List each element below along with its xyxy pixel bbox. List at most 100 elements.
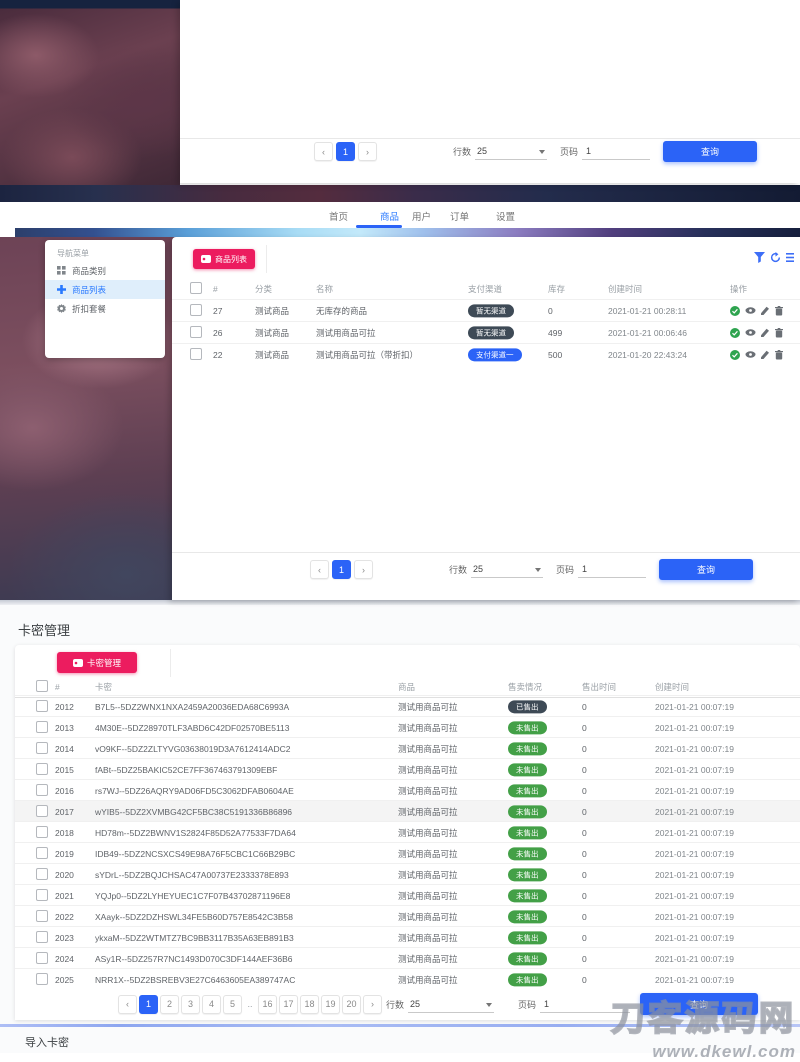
row-checkbox[interactable] (190, 326, 202, 338)
view-icon[interactable] (745, 350, 756, 359)
row-checkbox[interactable] (36, 700, 48, 712)
table-row[interactable]: 2025 NRR1X--5DZ2BSREBV3E27C6463605EA3897… (15, 968, 800, 990)
page-button[interactable]: 3 (181, 995, 200, 1014)
select-all-checkbox[interactable] (36, 680, 48, 692)
page-button[interactable]: 4 (202, 995, 221, 1014)
table-row[interactable]: 27 测试商品 无库存的商品 暂无渠道 0 2021-01-21 00:28:1… (172, 299, 800, 321)
page-button[interactable]: 1 (336, 142, 355, 161)
next-page-button[interactable]: › (363, 995, 382, 1014)
rows-per-page-select[interactable]: 25 (471, 561, 543, 578)
col-index: # (55, 682, 60, 692)
prev-page-button[interactable]: ‹ (118, 995, 137, 1014)
edit-icon[interactable] (761, 328, 770, 337)
row-checkbox[interactable] (36, 931, 48, 943)
row-checkbox[interactable] (36, 721, 48, 733)
table-row[interactable]: 2017 wYIB5--5DZ2XVMBG42CF5BC38C5191336B8… (15, 800, 800, 822)
select-all-checkbox[interactable] (190, 282, 202, 294)
table-row[interactable]: 2012 B7L5--5DZ2WNX1NXA2459A20036EDA68C69… (15, 695, 800, 717)
product-list-button[interactable]: 商品列表 (193, 249, 255, 269)
row-checkbox[interactable] (36, 868, 48, 880)
row-checkbox[interactable] (36, 952, 48, 964)
row-checkbox[interactable] (190, 304, 202, 316)
next-page-button[interactable]: › (358, 142, 377, 161)
row-checkbox[interactable] (36, 889, 48, 901)
rows-per-page-select[interactable]: 25 (408, 996, 494, 1013)
row-checkbox[interactable] (36, 742, 48, 754)
tab-products[interactable]: 商品 (380, 209, 399, 223)
delete-icon[interactable] (775, 306, 783, 316)
table-row[interactable]: 2020 sYDrL--5DZ2BQJCHSAC47A00737E2333378… (15, 863, 800, 885)
tab-users[interactable]: 用户 (412, 209, 431, 223)
page-button[interactable]: 19 (321, 995, 340, 1014)
row-checkbox[interactable] (36, 910, 48, 922)
row-checkbox[interactable] (36, 826, 48, 838)
row-checkbox[interactable] (36, 847, 48, 859)
card-sold-time: 0 (582, 870, 587, 880)
card-key: IDB49--5DZ2NCSXCS49E98A76F5CBC1C66B29BC (95, 849, 295, 859)
row-checkbox[interactable] (36, 973, 48, 985)
query-button[interactable]: 查询 (640, 993, 758, 1015)
page-button[interactable]: .. (244, 995, 256, 1014)
card-product: 测试用商品可拉 (398, 806, 458, 818)
sidebar-item-product-categories[interactable]: 商品类别 (45, 261, 165, 280)
status-check-icon[interactable] (730, 328, 740, 338)
row-checkbox[interactable] (36, 763, 48, 775)
status-check-icon[interactable] (730, 306, 740, 316)
table-row[interactable]: 2022 XAayk--5DZ2DZHSWL34FE5B60D757E8542C… (15, 905, 800, 927)
edit-icon[interactable] (761, 306, 770, 315)
delete-icon[interactable] (775, 328, 783, 338)
table-row[interactable]: 2018 HD78m--5DZ2BWNV1S2824F85D52A77533F7… (15, 821, 800, 843)
edit-icon[interactable] (761, 350, 770, 359)
page-button[interactable]: 5 (223, 995, 242, 1014)
refresh-icon[interactable] (770, 252, 781, 263)
row-checkbox[interactable] (36, 784, 48, 796)
rows-per-page-select[interactable]: 25 (475, 143, 547, 160)
delete-icon[interactable] (775, 350, 783, 360)
page-button[interactable]: 17 (279, 995, 298, 1014)
columns-icon[interactable] (786, 252, 794, 263)
table-row[interactable]: 2013 4M30E--5DZ28970TLF3ABD6C42DF02570BE… (15, 716, 800, 738)
page-number-input[interactable]: 1 (582, 143, 650, 160)
row-checkbox[interactable] (190, 348, 202, 360)
query-button[interactable]: 查询 (663, 141, 757, 162)
query-button[interactable]: 查询 (659, 559, 753, 580)
table-row[interactable]: 2015 fABt--5DZ25BAKIC52CE7FF367463791309… (15, 758, 800, 780)
page-number-input[interactable]: 1 (578, 561, 646, 578)
sidebar-item-product-list[interactable]: 商品列表 (45, 280, 165, 299)
rows-per-page-label: 行数 (386, 998, 404, 1011)
next-page-button[interactable]: › (354, 560, 373, 579)
table-row[interactable]: 2014 vO9KF--5DZ2ZLTYVG03638019D3A7612414… (15, 737, 800, 759)
page-number-input[interactable]: 1 (540, 996, 630, 1013)
table-row[interactable]: 26 测试商品 测试用商品可拉 暂无渠道 499 2021-01-21 00:0… (172, 321, 800, 343)
card-key-manage-button[interactable]: 卡密管理 (57, 652, 137, 673)
card-sold-time: 0 (582, 702, 587, 712)
table-row[interactable]: 22 测试商品 测试用商品可拉（带折扣） 支付渠道一 500 2021-01-2… (172, 343, 800, 365)
tab-home[interactable]: 首页 (329, 209, 348, 223)
table-row[interactable]: 2019 IDB49--5DZ2NCSXCS49E98A76F5CBC1C66B… (15, 842, 800, 864)
status-check-icon[interactable] (730, 350, 740, 360)
card-created-time: 2021-01-21 00:07:19 (655, 849, 734, 859)
page-button[interactable]: 2 (160, 995, 179, 1014)
prev-page-button[interactable]: ‹ (314, 142, 333, 161)
filter-icon[interactable] (754, 252, 765, 263)
page-button[interactable]: 1 (332, 560, 351, 579)
view-icon[interactable] (745, 306, 756, 315)
table-row[interactable]: 2021 YQJp0--5DZ2LYHEYUEC1C7F07B437028711… (15, 884, 800, 906)
prev-page-button[interactable]: ‹ (310, 560, 329, 579)
table-row[interactable]: 2024 ASy1R--5DZ257R7NC1493D070C3DF144AEF… (15, 947, 800, 969)
page-button[interactable]: 18 (300, 995, 319, 1014)
gear-icon (57, 304, 66, 313)
view-icon[interactable] (745, 328, 756, 337)
page-button[interactable]: 1 (139, 995, 158, 1014)
table-row[interactable]: 2023 ykxaM--5DZ2WTMTZ7BC9BB3117B35A63EB8… (15, 926, 800, 948)
product-category: 测试商品 (255, 327, 289, 339)
table-row[interactable]: 2016 rs7WJ--5DZ26AQRY9AD06FD5C3062DFAB06… (15, 779, 800, 801)
page-button[interactable]: 16 (258, 995, 277, 1014)
sidebar-item-discount-packages[interactable]: 折扣套餐 (45, 299, 165, 318)
tab-orders[interactable]: 订单 (450, 209, 469, 223)
card-created-time: 2021-01-21 00:07:19 (655, 723, 734, 733)
card-product: 测试用商品可拉 (398, 890, 458, 902)
tab-settings[interactable]: 设置 (496, 209, 515, 223)
page-button[interactable]: 20 (342, 995, 361, 1014)
row-checkbox[interactable] (36, 805, 48, 817)
